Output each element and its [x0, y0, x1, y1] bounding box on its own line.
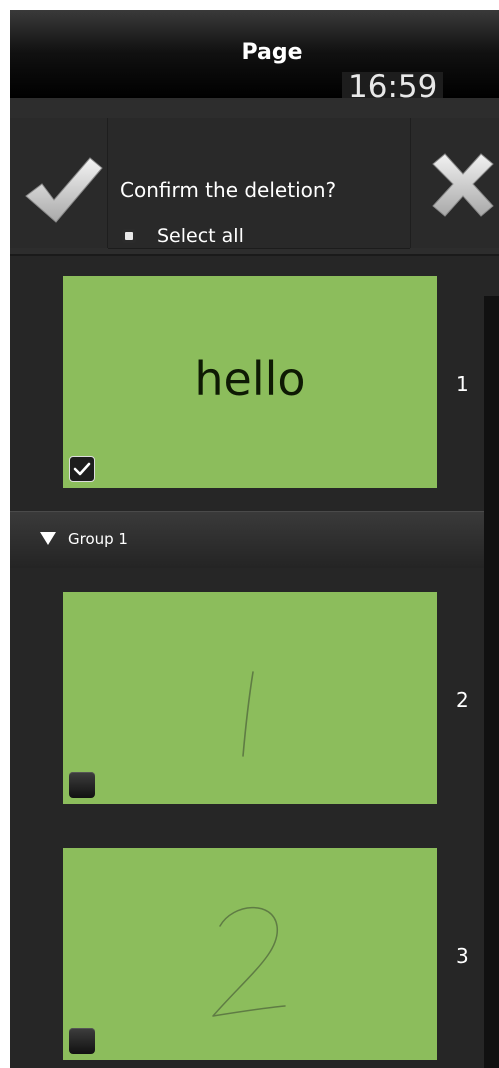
- handwritten-stroke-2: [212, 906, 286, 1017]
- confirm-dialog-center: Confirm the deletion? Select all: [108, 118, 410, 249]
- thumbnail-text: hello: [194, 352, 306, 406]
- page-1-checkbox[interactable]: [69, 456, 95, 482]
- page-3-checkbox[interactable]: [69, 1028, 95, 1054]
- select-all-box: [122, 229, 136, 243]
- scrollbar[interactable]: [484, 296, 499, 1068]
- confirm-delete-bar: Confirm the deletion? Select all: [10, 98, 499, 254]
- page-item-1: hello 1: [10, 276, 480, 488]
- select-all-checkbox[interactable]: Select all: [122, 225, 244, 247]
- page-list: hello 1 Group 1 2 3: [10, 256, 499, 1068]
- page-manager-panel: Page 16:59 Confirm the deletion? Select …: [10, 10, 499, 1068]
- cancel-delete-button[interactable]: [410, 118, 499, 248]
- page-thumbnail-1[interactable]: hello: [63, 276, 437, 488]
- select-all-label: Select all: [157, 225, 244, 247]
- page-number-1: 1: [456, 372, 469, 396]
- page-thumbnail-2[interactable]: [63, 592, 437, 804]
- confirm-question: Confirm the deletion?: [120, 178, 337, 202]
- page-number-3: 3: [456, 944, 469, 968]
- title-bar: Page 16:59: [10, 10, 499, 103]
- page-item-3: 3: [10, 848, 480, 1060]
- page-thumbnail-3[interactable]: [63, 848, 437, 1060]
- page-item-2: 2: [10, 592, 480, 804]
- page-2-checkbox[interactable]: [69, 772, 95, 798]
- page-title: Page: [241, 40, 303, 65]
- handwritten-stroke-1: [242, 671, 254, 757]
- group-label: Group 1: [68, 530, 128, 548]
- group-header[interactable]: Group 1: [10, 511, 484, 568]
- page-number-2: 2: [456, 688, 469, 712]
- expand-arrow-icon: [40, 532, 56, 545]
- close-icon: [432, 153, 494, 217]
- checkmark-icon: [25, 157, 103, 223]
- confirm-delete-button[interactable]: [10, 118, 108, 248]
- check-icon: [73, 462, 91, 476]
